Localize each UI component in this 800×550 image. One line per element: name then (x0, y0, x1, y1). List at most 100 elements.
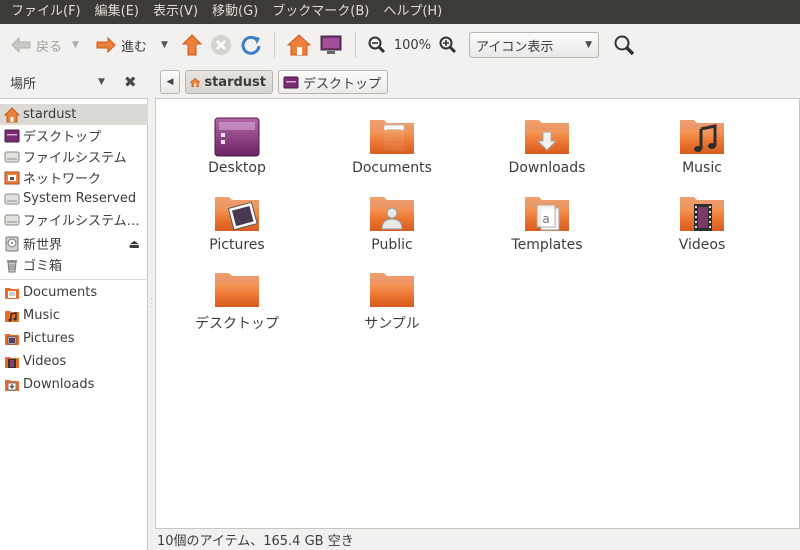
menu-bar: ファイル(F) 編集(E) 表示(V) 移動(G) ブックマーク(B) ヘルプ(… (0, 0, 800, 24)
file-item-label: サンプル (364, 316, 420, 332)
downloads-folder-icon (5, 379, 19, 391)
menu-edit[interactable]: 編集(E) (88, 0, 146, 24)
file-item-templates[interactable]: a Templates (472, 193, 622, 253)
sidebar-item-filesystem-2[interactable]: ファイルシステム… (0, 209, 148, 230)
places-sidebar: stardust デスクトップ ファイルシステム ネットワーク System R… (0, 98, 148, 550)
home-button[interactable] (283, 29, 315, 61)
desktop-icon (283, 76, 299, 88)
file-item-label: Music (682, 160, 722, 176)
path-crumb-desktop[interactable]: デスクトップ (278, 70, 388, 94)
file-view[interactable]: Desktop Documents Downloads Music Pictur… (155, 98, 800, 529)
file-item-public[interactable]: Public (317, 193, 467, 253)
downloads-folder-icon (525, 120, 569, 154)
templates-folder-icon: a (525, 197, 569, 231)
sidebar-item-label: Videos (23, 354, 67, 369)
menu-bookmarks[interactable]: ブックマーク(B) (265, 0, 376, 24)
menu-file[interactable]: ファイル(F) (4, 0, 88, 24)
back-label: 戻る (36, 39, 63, 55)
sidebar-item-label: ファイルシステム… (23, 214, 140, 229)
back-history-dropdown[interactable]: ▼ (72, 40, 79, 50)
view-mode-value: アイコン表示 (476, 39, 554, 55)
forward-label: 進む (120, 39, 147, 55)
sidebar-item-filesystem[interactable]: ファイルシステム (0, 146, 148, 167)
file-item-sample[interactable]: サンプル (317, 269, 467, 333)
stop-icon (210, 35, 231, 55)
file-item-label: デスクトップ (195, 316, 279, 332)
zoom-in-button[interactable] (435, 29, 461, 61)
up-button[interactable] (178, 29, 206, 61)
music-folder-icon (5, 310, 19, 322)
sidebar-item-desktop[interactable]: デスクトップ (0, 125, 148, 146)
chevron-left-icon: ◀ (166, 77, 174, 87)
desktop-folder-icon (214, 117, 260, 157)
drive-icon (4, 151, 20, 162)
documents-folder-icon (370, 120, 414, 154)
home-icon (190, 77, 201, 87)
desktop-icon (4, 129, 20, 142)
toolbar: 戻る ▼ 進む ▼ 100% アイコン表示 ▼ (0, 24, 800, 66)
path-crumb-label: stardust (204, 74, 266, 90)
forward-button[interactable]: 進む ▼ (91, 29, 172, 61)
file-item-documents[interactable]: Documents (317, 116, 467, 176)
reload-button[interactable] (236, 29, 266, 61)
search-icon (614, 35, 635, 56)
file-item-music[interactable]: Music (627, 116, 777, 176)
documents-folder-icon (5, 287, 19, 299)
arrow-right-icon (96, 36, 116, 54)
path-scroll-left-button[interactable]: ◀ (160, 70, 180, 94)
music-folder-icon (680, 120, 724, 154)
sidebar-item-label: Music (23, 308, 60, 323)
sidebar-item-music[interactable]: Music (0, 305, 148, 326)
pane-resize-handle[interactable]: · · · (148, 98, 155, 550)
sidebar-item-system-reserved[interactable]: System Reserved (0, 188, 148, 209)
side-pane-header: 場所 ▼ ✖ (0, 66, 150, 98)
path-crumb-home[interactable]: stardust (185, 70, 273, 94)
close-icon[interactable]: ✖ (124, 73, 137, 91)
sidebar-item-label: 新世界 (23, 238, 63, 253)
back-button[interactable]: 戻る ▼ (6, 29, 83, 61)
file-item-label: Desktop (208, 160, 266, 176)
sidebar-item-trash[interactable]: ゴミ箱 (0, 254, 148, 275)
svg-text:a: a (542, 212, 549, 226)
sidebar-item-pictures[interactable]: Pictures (0, 328, 148, 349)
file-item-label: Pictures (209, 237, 265, 253)
sidebar-item-label: Pictures (23, 331, 75, 346)
sidebar-item-videos[interactable]: Videos (0, 351, 148, 372)
sidebar-item-shinsekai[interactable]: 新世界 ⏏ (0, 233, 148, 254)
zoom-level: 100% (393, 37, 432, 53)
toolbar-separator (273, 32, 275, 58)
file-item-desktop[interactable]: Desktop (162, 116, 312, 176)
forward-history-dropdown[interactable]: ▼ (161, 40, 168, 50)
sidebar-item-network[interactable]: ネットワーク (0, 167, 148, 188)
sidebar-item-label: System Reserved (23, 191, 137, 206)
side-pane-type-dropdown[interactable]: ▼ (98, 77, 118, 87)
sidebar-item-label: stardust (23, 107, 77, 122)
file-item-videos[interactable]: Videos (627, 193, 777, 253)
computer-button[interactable] (315, 29, 347, 61)
menu-go[interactable]: 移動(G) (205, 0, 265, 24)
file-item-pictures[interactable]: Pictures (162, 193, 312, 253)
file-item-label: Videos (678, 237, 726, 253)
drive-icon (4, 214, 20, 225)
sidebar-item-stardust[interactable]: stardust (0, 104, 148, 125)
sidebar-item-downloads[interactable]: Downloads (0, 374, 148, 395)
sidebar-item-documents[interactable]: Documents (0, 282, 148, 303)
sidebar-item-label: Documents (23, 285, 98, 300)
status-bar: 10個のアイテム、165.4 GB 空き (155, 529, 800, 550)
file-item-desktop-jp[interactable]: デスクトップ (162, 269, 312, 333)
folder-icon (215, 273, 259, 307)
optical-disc-icon (5, 236, 19, 251)
zoom-out-button[interactable] (364, 29, 390, 61)
menu-view[interactable]: 表示(V) (146, 0, 205, 24)
arrow-up-icon (181, 34, 202, 56)
stop-button[interactable] (206, 29, 236, 61)
videos-folder-icon (680, 197, 724, 231)
eject-icon[interactable]: ⏏ (129, 237, 140, 251)
menu-help[interactable]: ヘルプ(H) (376, 0, 449, 24)
trash-icon (7, 259, 17, 272)
view-mode-select[interactable]: アイコン表示 ▼ (469, 32, 600, 58)
side-pane-title: 場所 (10, 76, 37, 92)
status-text: 10個のアイテム、165.4 GB 空き (157, 534, 354, 549)
search-button[interactable] (609, 29, 639, 61)
file-item-downloads[interactable]: Downloads (472, 116, 622, 176)
